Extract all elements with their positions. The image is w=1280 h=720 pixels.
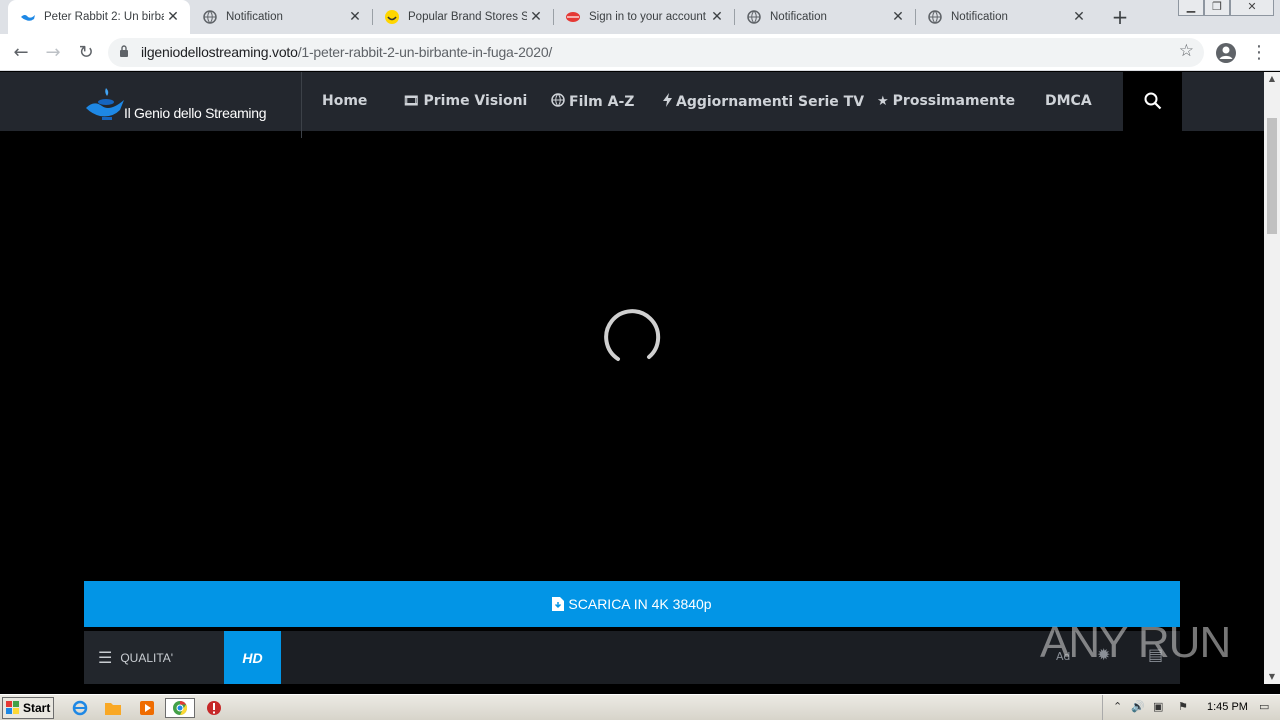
tab-notification-2[interactable]: Notification ✕: [734, 0, 915, 34]
minimize-button[interactable]: ▁: [1178, 0, 1204, 16]
globe-icon: [551, 93, 565, 111]
chrome-taskbar-icon[interactable]: [165, 698, 195, 718]
globe-icon: [927, 9, 943, 25]
system-tray: ⌃ 🔊 ▣ ⚑: [1102, 695, 1280, 720]
smiley-icon: [384, 9, 400, 25]
tab-brand-stores[interactable]: Popular Brand Stores Se ✕: [372, 0, 553, 34]
genie-lamp-icon: [20, 9, 36, 25]
tab-title: Peter Rabbit 2: Un birbante in fuga: [44, 11, 164, 23]
nav-prime-visioni[interactable]: 🎞 Prime Visioni: [403, 93, 527, 109]
browser-toolbar: ← → ↻ ilgeniodellostreaming.voto/1-peter…: [0, 34, 1280, 71]
nav-label: Prossimamente: [892, 93, 1016, 109]
reload-icon[interactable]: ↻: [73, 40, 99, 66]
search-icon: [1144, 92, 1162, 110]
tab-title: Notification: [770, 11, 827, 23]
close-icon[interactable]: ✕: [708, 9, 726, 25]
start-button[interactable]: Start: [2, 697, 54, 719]
tab-title: Notification: [951, 11, 1008, 23]
star-icon: ★: [877, 93, 889, 109]
windows-taskbar: Start ⌃ 🔊 ▣ ⚑ 1:45 PM ▭: [0, 694, 1280, 720]
bookmark-star-icon[interactable]: ☆: [1179, 41, 1194, 61]
close-icon[interactable]: ✕: [164, 9, 182, 25]
loading-spinner-icon: [604, 309, 661, 361]
window-controls: ▁ ❐ ✕: [1178, 0, 1274, 16]
genie-lamp-icon: [86, 88, 124, 120]
url-text: ilgeniodellostreaming.voto/1-peter-rabbi…: [141, 44, 552, 60]
file-explorer-icon[interactable]: [103, 698, 123, 718]
url-domain: ilgeniodellostreaming.voto: [141, 44, 298, 60]
globe-icon: [746, 9, 762, 25]
quality-label: QUALITA': [120, 650, 174, 665]
forward-arrow-icon[interactable]: →: [40, 40, 66, 66]
hamburger-icon: ☰: [98, 649, 113, 667]
globe-icon: [202, 9, 218, 25]
file-download-icon: [552, 597, 565, 611]
flag-icon[interactable]: ⚑: [1178, 700, 1188, 713]
logo-text: Il Genio dello Streaming: [124, 105, 267, 121]
nav-aggiornamenti[interactable]: Aggiornamenti Serie TV: [663, 93, 864, 111]
nav-label: Home: [322, 93, 368, 109]
nav-label: Prime Visioni: [423, 93, 528, 109]
scroll-down-arrow-icon[interactable]: ▼: [1264, 670, 1280, 684]
hd-label: HD: [242, 649, 263, 666]
download-label: SCARICA IN 4K 3840p: [568, 596, 712, 612]
nav-home[interactable]: Home: [322, 93, 367, 109]
browser-tab-bar: Peter Rabbit 2: Un birbante in fuga ✕ No…: [0, 0, 1280, 34]
url-path: /1-peter-rabbit-2-un-birbante-in-fuga-20…: [297, 44, 553, 60]
scrollbar-thumb[interactable]: [1267, 118, 1277, 234]
close-icon[interactable]: ✕: [527, 9, 545, 25]
maximize-button[interactable]: ❐: [1204, 0, 1230, 16]
network-icon[interactable]: ▣: [1153, 700, 1163, 713]
site-logo[interactable]: Il Genio dello Streaming: [84, 84, 284, 124]
player-quality-bar: ☰ QUALITA' HD Ad ✹ ▤: [84, 631, 1180, 684]
anyrun-watermark: ANY RUN: [1040, 612, 1240, 682]
site-navbar: Il Genio dello Streaming Home 🎞 Prime Vi…: [0, 72, 1264, 138]
back-arrow-icon[interactable]: ←: [8, 40, 34, 66]
close-icon[interactable]: ✕: [889, 9, 907, 25]
quality-menu-button[interactable]: ☰ QUALITA': [84, 631, 224, 684]
nav-label: Film A-Z: [569, 94, 635, 110]
internet-explorer-icon[interactable]: [70, 698, 90, 718]
close-icon[interactable]: ✕: [1070, 9, 1088, 25]
hd-quality-option[interactable]: HD: [224, 631, 281, 684]
nav-divider: [301, 72, 302, 138]
new-tab-button[interactable]: +: [1108, 5, 1132, 29]
taskbar-clock: 1:45 PM: [1207, 701, 1248, 713]
window-close-button[interactable]: ✕: [1230, 0, 1274, 16]
scroll-up-arrow-icon[interactable]: ▲: [1264, 72, 1280, 86]
profile-avatar-icon[interactable]: [1213, 40, 1239, 66]
tab-notification-3[interactable]: Notification ✕: [915, 0, 1096, 34]
stop-sign-icon[interactable]: [204, 698, 224, 718]
nav-film-a-z[interactable]: Film A-Z: [551, 93, 634, 111]
tab-title: Notification: [226, 11, 283, 23]
menu-kebab-icon[interactable]: ⋮: [1246, 40, 1272, 66]
start-label: Start: [23, 701, 51, 715]
tray-expand-icon[interactable]: ⌃: [1113, 700, 1122, 713]
film-icon: 🎞: [403, 93, 420, 109]
nav-prossimamente[interactable]: ★ Prossimamente: [877, 93, 1015, 109]
tab-title: Sign in to your account: [589, 11, 706, 23]
nav-label: Aggiornamenti Serie TV: [676, 94, 865, 110]
address-bar[interactable]: ilgeniodellostreaming.voto/1-peter-rabbi…: [108, 38, 1204, 67]
watermark-text: ANY RUN: [1040, 618, 1231, 667]
close-icon[interactable]: ✕: [346, 9, 364, 25]
tab-title: Popular Brand Stores Se: [408, 11, 527, 23]
media-player-icon[interactable]: [137, 698, 157, 718]
site-search-button[interactable]: [1123, 72, 1182, 131]
lock-icon: [120, 45, 128, 57]
bolt-icon: [663, 93, 672, 111]
tab-notification-1[interactable]: Notification ✕: [190, 0, 372, 34]
nav-label: DMCA: [1045, 93, 1092, 109]
windows-logo-icon: [6, 701, 19, 714]
volume-icon[interactable]: 🔊: [1131, 700, 1145, 713]
tab-peter-rabbit[interactable]: Peter Rabbit 2: Un birbante in fuga ✕: [8, 0, 190, 34]
tab-sign-in[interactable]: Sign in to your account ✕: [553, 0, 734, 34]
web-page: Il Genio dello Streaming Home 🎞 Prime Vi…: [0, 72, 1264, 684]
show-desktop-icon[interactable]: ▭: [1259, 700, 1269, 713]
download-4k-button[interactable]: SCARICA IN 4K 3840p: [84, 581, 1180, 627]
nav-dmca[interactable]: DMCA: [1045, 93, 1092, 109]
lips-icon: [565, 9, 581, 25]
page-scrollbar[interactable]: ▲ ▼: [1264, 72, 1280, 684]
